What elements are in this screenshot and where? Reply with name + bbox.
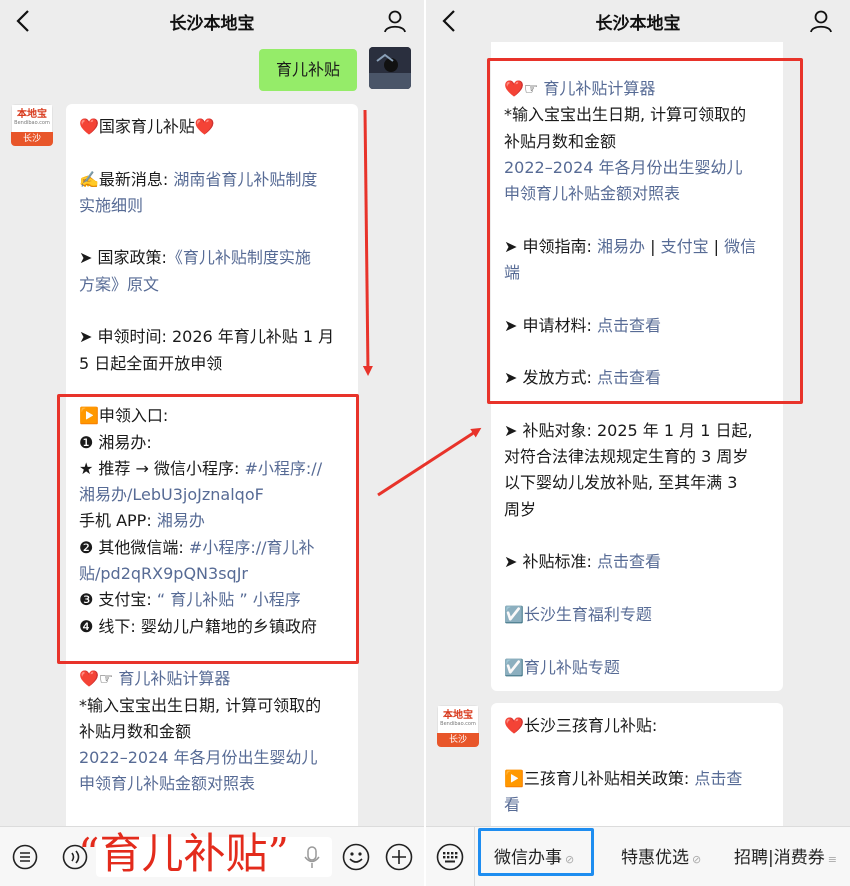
arrow-down: [362, 109, 373, 376]
annotation-arrows: [362, 109, 482, 497]
arrow-to-right: [377, 427, 482, 497]
